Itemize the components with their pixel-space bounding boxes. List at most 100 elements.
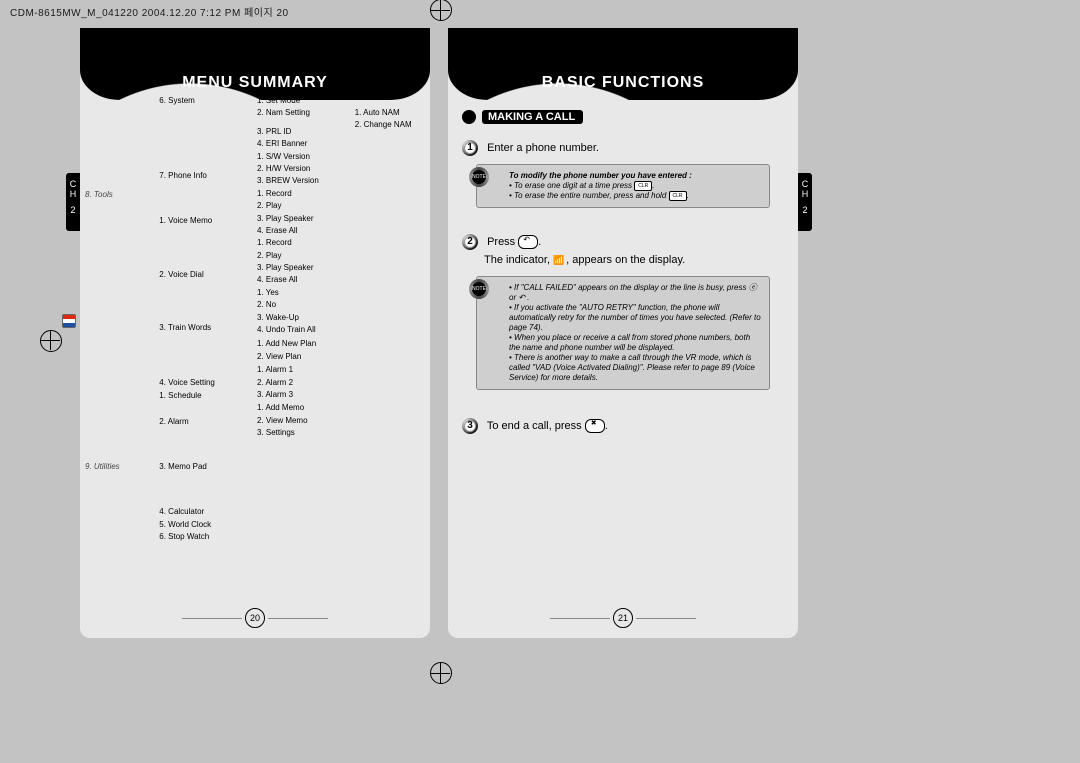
crop-circle xyxy=(430,0,452,21)
step-2: 2 Press . The indicator, , appears on th… xyxy=(462,234,778,266)
tab-line: H xyxy=(66,189,80,199)
menu-item xyxy=(159,294,253,304)
clr-key-icon: CLR xyxy=(634,181,652,191)
note-icon xyxy=(469,167,489,187)
menu-item: 1. Voice Memo xyxy=(159,216,253,226)
note-box: To modify the phone number you have ente… xyxy=(476,164,770,208)
menu-item xyxy=(85,215,155,225)
menu-col-4: 1. Auto NAM2. Change NAM xyxy=(355,96,425,545)
menu-item: 2. Voice Dial xyxy=(159,270,253,280)
menu-item xyxy=(159,108,253,118)
menu-item xyxy=(85,289,155,299)
menu-item xyxy=(159,487,253,497)
menu-item: 6. System xyxy=(159,96,253,106)
menu-item: 3. Wake-Up xyxy=(257,313,351,323)
menu-item: 6. Stop Watch xyxy=(159,532,253,542)
menu-item xyxy=(85,302,155,312)
tab-line: C xyxy=(798,179,812,189)
menu-item xyxy=(85,326,155,336)
menu-item: 7. Phone Info xyxy=(159,171,253,181)
step-badge: 1 xyxy=(462,140,478,156)
menu-item xyxy=(159,475,253,485)
page-title: BASIC FUNCTIONS xyxy=(448,74,798,92)
page-title: MENU SUMMARY xyxy=(80,74,430,92)
tab-line: 2 xyxy=(798,205,812,215)
signal-icon xyxy=(553,254,563,264)
menu-item xyxy=(159,196,253,206)
tab-line: H xyxy=(798,189,812,199)
section-title: MAKING A CALL xyxy=(482,110,583,124)
menu-item: 3. Train Words xyxy=(159,323,253,333)
menu-table: 8. Tools 9. Utilities 6. System 7. Phone… xyxy=(85,96,425,545)
menu-item xyxy=(159,404,253,414)
menu-item xyxy=(85,277,155,287)
bullet-icon xyxy=(462,110,476,124)
menu-item: 4. Calculator xyxy=(159,507,253,517)
step-text: . xyxy=(605,420,608,432)
menu-item: 4. Erase All xyxy=(257,226,351,236)
menu-item xyxy=(85,339,155,349)
step-3: 3 To end a call, press . xyxy=(462,418,778,434)
menu-item: 2. Alarm 2 xyxy=(257,378,351,388)
menu-item: 4. ERI Banner xyxy=(257,139,351,149)
note-line: • To erase one digit at a time press CLR… xyxy=(509,181,761,191)
step-1: 1 Enter a phone number. xyxy=(462,140,778,156)
menu-item: 3. Memo Pad xyxy=(159,462,253,472)
clr-key-icon: CLR xyxy=(669,191,687,201)
note-line: • If "CALL FAILED" appears on the displa… xyxy=(509,283,761,303)
menu-item xyxy=(159,229,253,239)
menu-item: 3. Play Speaker xyxy=(257,263,351,273)
menu-item: 5. World Clock xyxy=(159,520,253,530)
chapter-tab: C H 2 xyxy=(798,173,812,231)
menu-item xyxy=(85,351,155,361)
menu-item: 3. BREW Version xyxy=(257,176,351,186)
menu-item: 8. Tools xyxy=(85,190,155,200)
menu-item: 4. Erase All xyxy=(257,275,351,285)
note-line: • To erase the entire number, press and … xyxy=(509,191,761,201)
step-badge: 3 xyxy=(462,418,478,434)
menu-item: 1. Alarm 1 xyxy=(257,365,351,375)
note-icon xyxy=(469,279,489,299)
note-line: • There is another way to make a call th… xyxy=(509,353,761,383)
menu-item xyxy=(85,240,155,250)
menu-item xyxy=(85,314,155,324)
section-title-row: MAKING A CALL xyxy=(462,110,583,124)
menu-item xyxy=(159,241,253,251)
crop-circle xyxy=(430,662,452,684)
menu-item: 2. No xyxy=(257,300,351,310)
menu-item xyxy=(85,252,155,262)
menu-item xyxy=(85,227,155,237)
tab-line: C xyxy=(66,179,80,189)
page-right: BASIC FUNCTIONS C H 2 MAKING A CALL 1 En… xyxy=(448,28,798,638)
menu-item xyxy=(159,121,253,131)
menu-item: 1. Record xyxy=(257,238,351,248)
menu-item: 1. Add Memo xyxy=(257,403,351,413)
menu-item: 2. View Plan xyxy=(257,352,351,362)
menu-item: 2. View Memo xyxy=(257,416,351,426)
menu-item: 1. Record xyxy=(257,189,351,199)
menu-item: 3. Alarm 3 xyxy=(257,390,351,400)
menu-col-2: 6. System 7. Phone Info 1. Voice Memo 2.… xyxy=(159,96,253,545)
menu-item: 3. Play Speaker xyxy=(257,214,351,224)
tab-line: 2 xyxy=(66,205,80,215)
menu-item: 1. Add New Plan xyxy=(257,339,351,349)
menu-item: 4. Voice Setting xyxy=(159,378,253,388)
step-text: . xyxy=(538,236,541,248)
menu-item: 2. Play xyxy=(257,251,351,261)
menu-col-1: 8. Tools 9. Utilities xyxy=(85,96,155,545)
menu-item xyxy=(159,429,253,439)
menu-item xyxy=(159,282,253,292)
step-text: Enter a phone number. xyxy=(487,142,599,154)
menu-item xyxy=(159,347,253,357)
menu-item: 2. Nam Setting xyxy=(257,108,351,118)
step-text: The indicator, , appears on the display. xyxy=(484,254,778,266)
menu-item: 1. S/W Version xyxy=(257,152,351,162)
menu-item: 9. Utilities xyxy=(85,462,155,472)
send-key-icon xyxy=(518,235,538,249)
menu-item: 1. Auto NAM xyxy=(355,108,425,118)
step-text: To end a call, press xyxy=(487,420,582,432)
page-left: MENU SUMMARY C H 2 8. Tools 9. Utilities… xyxy=(80,28,430,638)
page-number: 20 xyxy=(245,608,265,628)
menu-item xyxy=(159,335,253,345)
menu-item: 4. Undo Train All xyxy=(257,325,351,335)
